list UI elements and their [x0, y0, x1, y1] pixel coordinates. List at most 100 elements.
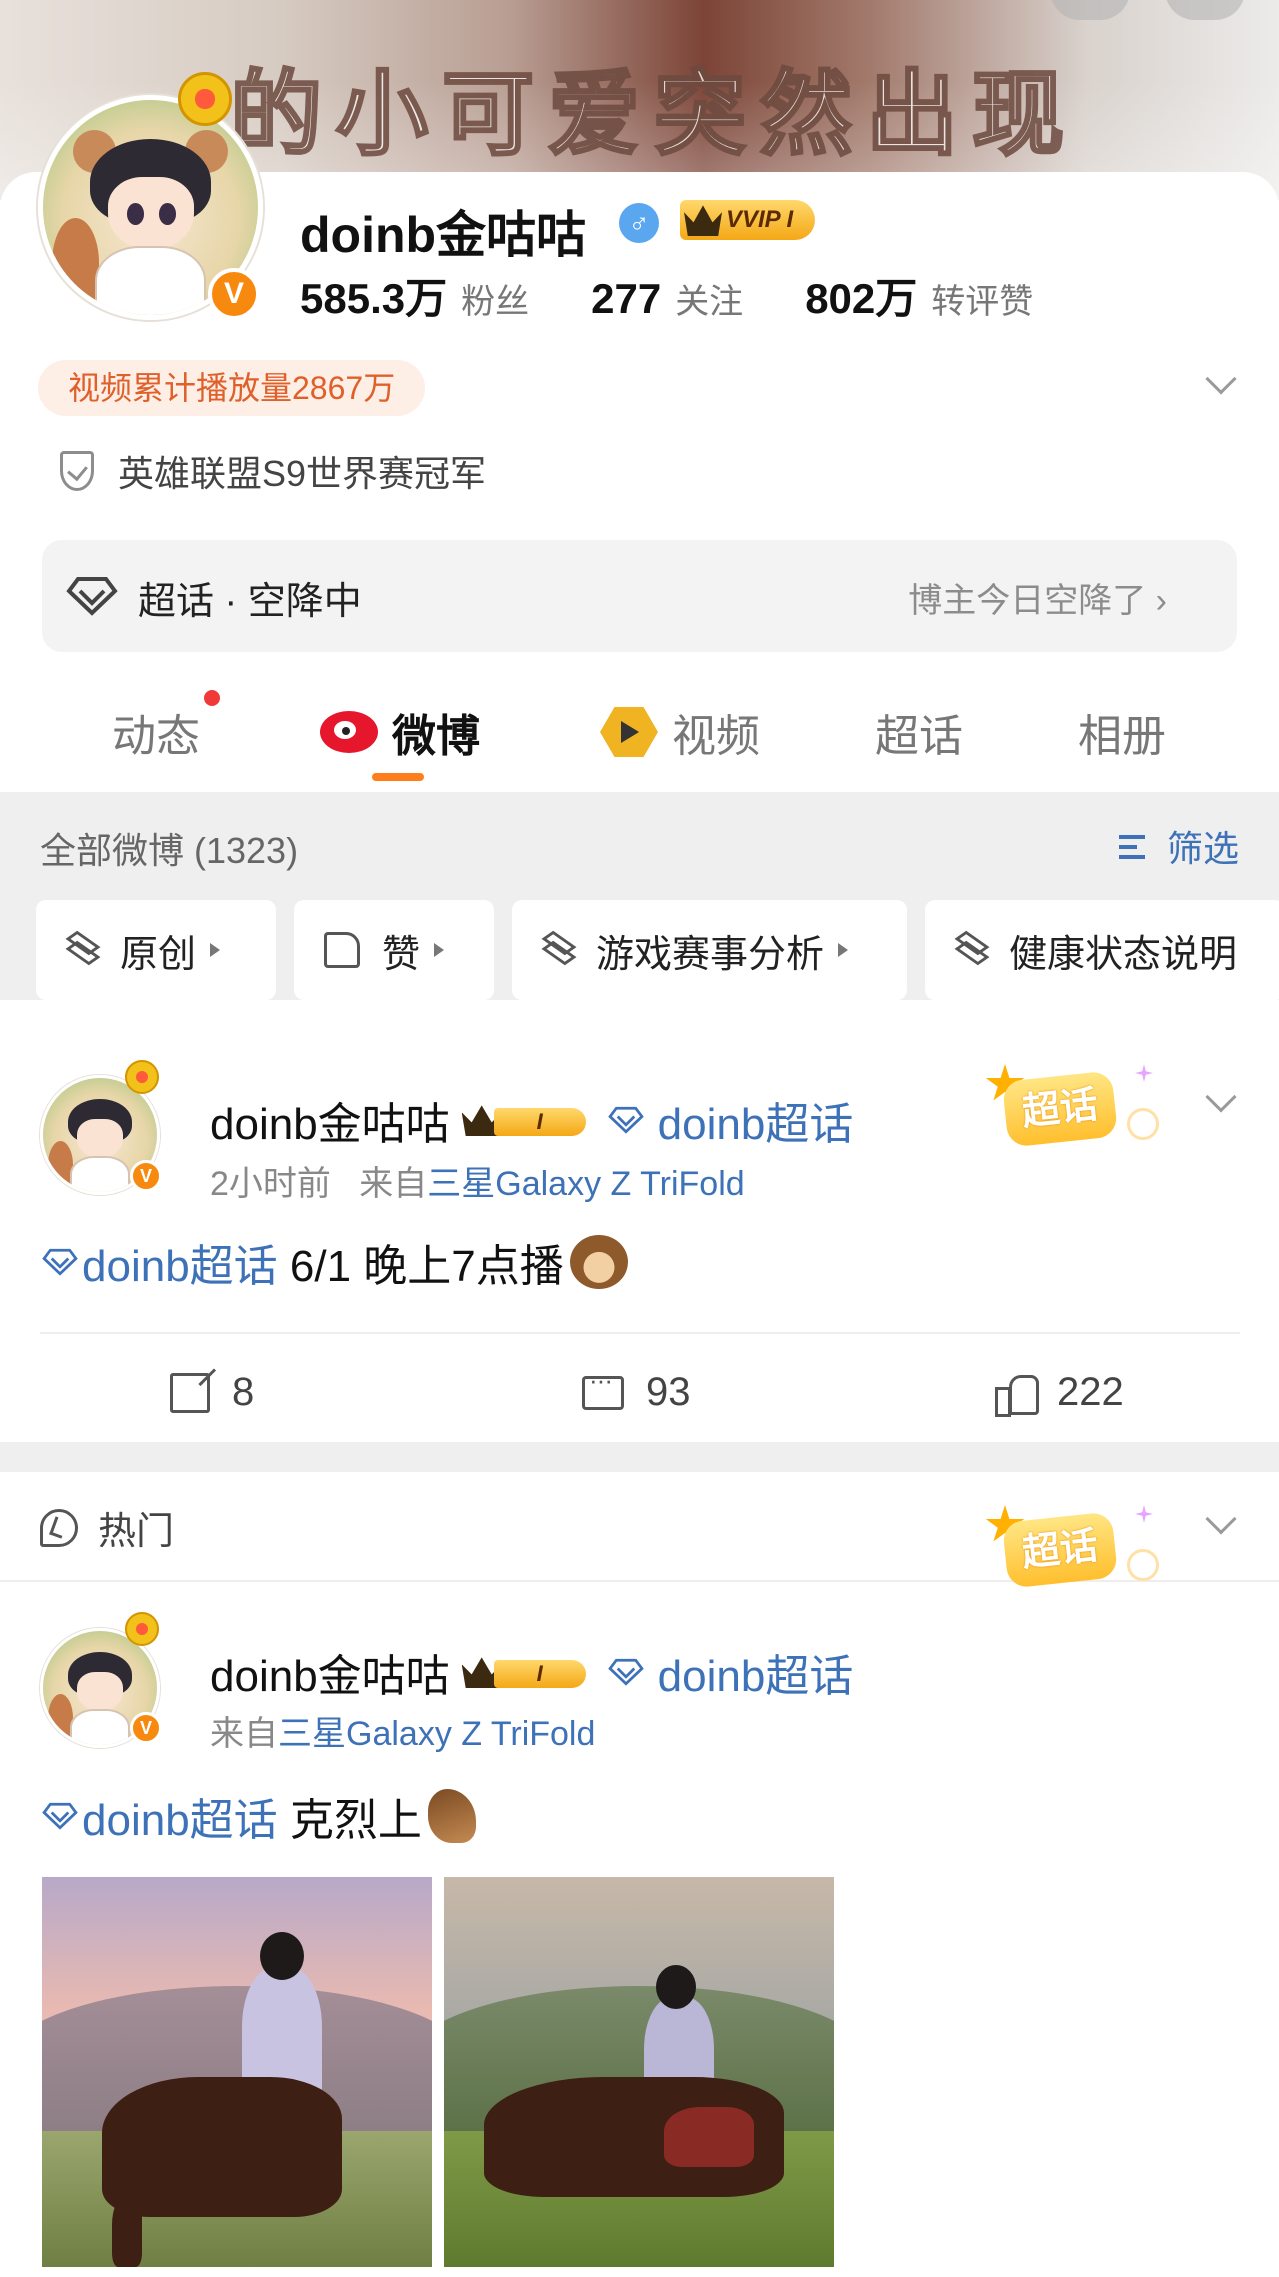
- post-body-topic-link[interactable]: doinb超话: [42, 1784, 278, 1848]
- vip-badge[interactable]: I: [461, 1654, 586, 1690]
- avatar-face: [77, 1119, 123, 1158]
- comment-button[interactable]: 93: [582, 1365, 691, 1415]
- post-author-name[interactable]: doinb金咕咕: [210, 1640, 450, 1704]
- tab-video-label: 视频: [672, 712, 760, 761]
- layers-icon: [65, 930, 102, 968]
- supertopic-airdrop-label: 超话 · 空降中: [138, 581, 362, 623]
- post-photo-1[interactable]: [42, 1877, 432, 2267]
- photo-horse-leg: [112, 2197, 142, 2267]
- tab-video[interactable]: 视频: [600, 700, 760, 764]
- avatar-tail: [47, 1140, 73, 1189]
- avatar-tail: [51, 218, 99, 309]
- interactions-label: 转评赞: [931, 283, 1034, 321]
- verified-v-icon: V: [130, 1160, 162, 1192]
- avatar-eye: [126, 203, 145, 225]
- post-body-topic: doinb超话: [82, 1796, 278, 1845]
- filter-button[interactable]: 筛选: [1118, 820, 1239, 872]
- post-author-name[interactable]: doinb金咕咕: [210, 1088, 450, 1152]
- hot-tag-icon: [40, 1508, 78, 1547]
- photo-rider-head: [656, 1965, 696, 2009]
- supertopic-diamond-icon: [42, 1802, 78, 1830]
- chip-original[interactable]: 原创: [36, 900, 276, 1000]
- avatar-pendant-icon: [125, 1612, 159, 1646]
- share-button[interactable]: 8: [170, 1370, 254, 1415]
- post-meta: 来自三星Galaxy Z TriFold: [210, 1706, 595, 1755]
- post-body-topic: doinb超话: [82, 1242, 278, 1291]
- supertopic-sticker[interactable]: 超话: [985, 1505, 1165, 1595]
- chip-game-analysis[interactable]: 游戏赛事分析: [512, 900, 907, 1000]
- supertopic-sticker-label: 超话: [1001, 1070, 1119, 1148]
- like-button[interactable]: 222: [995, 1370, 1124, 1417]
- post-source-device[interactable]: 三星Galaxy Z TriFold: [278, 1715, 595, 1753]
- supertopic-diamond-icon: [607, 1106, 644, 1134]
- share-count: 8: [232, 1370, 255, 1414]
- vvip-badge[interactable]: VVIP I: [680, 200, 816, 240]
- new-activity-dot: [204, 690, 220, 706]
- chip-arrow-icon: [210, 943, 221, 957]
- post-source-device[interactable]: 三星Galaxy Z TriFold: [427, 1165, 744, 1203]
- like-count: 222: [1057, 1370, 1124, 1414]
- post-body-text: 克烈上: [277, 1796, 422, 1845]
- supertopic-sticker[interactable]: 超话: [985, 1064, 1165, 1154]
- avatar-tail: [47, 1693, 73, 1742]
- tab-supertopic[interactable]: 超话: [875, 700, 963, 764]
- post-body-topic-link[interactable]: doinb超话: [42, 1230, 278, 1294]
- post-meta: 2小时前 来自三星Galaxy Z TriFold: [210, 1156, 745, 1205]
- thumb-up-icon: [324, 932, 360, 968]
- verified-v-icon: V: [130, 1712, 162, 1744]
- post-source-prefix: 来自: [210, 1715, 278, 1753]
- followers-label[interactable]: 粉丝: [461, 274, 529, 323]
- post-supertopic-name: doinb超话: [657, 1100, 854, 1149]
- vvip-label: VVIP I: [726, 206, 794, 233]
- following-count[interactable]: 277: [591, 275, 661, 323]
- supertopic-diamond-icon: [42, 1248, 78, 1276]
- tab-weibo-label: 微博: [392, 712, 480, 761]
- vip-badge[interactable]: I: [461, 1102, 586, 1138]
- certification-text: 英雄联盟S9世界赛冠军: [118, 453, 487, 494]
- shield-icon: [60, 451, 94, 491]
- post-body-text: 6/1 晚上7点播: [277, 1242, 564, 1291]
- tab-weibo[interactable]: 微博: [320, 700, 480, 764]
- post-photo-2[interactable]: [444, 1877, 834, 2267]
- crown-icon: [684, 205, 722, 236]
- followers-count[interactable]: 585.3万: [300, 265, 447, 326]
- tab-feed[interactable]: 动态: [112, 700, 200, 764]
- avatar-body: [70, 1708, 130, 1745]
- post-body: doinb超话 6/1 晚上7点播: [42, 1230, 628, 1294]
- tab-supertopic-label: 超话: [875, 712, 963, 761]
- profile-username: doinb金咕咕: [300, 207, 587, 263]
- monkey-emoji-icon: [569, 1235, 628, 1289]
- chip-game-analysis-label: 游戏赛事分析: [596, 933, 825, 976]
- profile-tabs: 动态 微博 视频 超话 相册: [0, 660, 1279, 790]
- post-supertopic-link[interactable]: doinb超话: [607, 1088, 854, 1152]
- layers-icon: [541, 930, 578, 968]
- certification-row: 英雄联盟S9世界赛冠军: [60, 445, 486, 497]
- filter-label: 筛选: [1166, 828, 1239, 869]
- post-source-prefix: 来自: [359, 1165, 428, 1203]
- following-label[interactable]: 关注: [675, 274, 743, 323]
- video-play-count-badge[interactable]: 视频累计播放量2867万: [38, 360, 426, 416]
- post-options-chevron-icon[interactable]: [1205, 1081, 1237, 1113]
- tab-album[interactable]: 相册: [1078, 700, 1166, 764]
- chip-liked-label: 赞: [382, 933, 421, 976]
- supertopic-airdrop-bar[interactable]: 超话 · 空降中 博主今日空降了 ›: [42, 540, 1237, 652]
- post-actions: 8 93 222: [0, 1350, 1279, 1450]
- all-weibo-count: 全部微博 (1323): [40, 830, 299, 871]
- video-tab-icon: [600, 707, 658, 757]
- filter-icon: [1118, 829, 1159, 863]
- horse-emoji-icon: [427, 1789, 476, 1843]
- photo-horse: [102, 2077, 342, 2217]
- photo-rider-head: [260, 1932, 304, 1980]
- post-supertopic-name: doinb超话: [657, 1652, 854, 1701]
- weibo-post[interactable]: V doinb金咕咕 I doinb超话 2小时前 来自三星Galaxy Z T…: [0, 1032, 1279, 1442]
- chip-health-status[interactable]: 健康状态说明: [925, 900, 1279, 1000]
- share-icon: [170, 1372, 210, 1413]
- chip-liked[interactable]: 赞: [294, 900, 494, 1000]
- supertopic-sticker-label: 超话: [1001, 1511, 1119, 1589]
- thumb-up-icon: [995, 1373, 1039, 1417]
- sparkle-icon: [1135, 1064, 1153, 1082]
- post-supertopic-link[interactable]: doinb超话: [607, 1640, 854, 1704]
- avatar-pendant-icon: [178, 72, 232, 126]
- supertopic-airdrop-link[interactable]: 博主今日空降了 ›: [908, 573, 1167, 622]
- chip-arrow-icon: [434, 943, 445, 957]
